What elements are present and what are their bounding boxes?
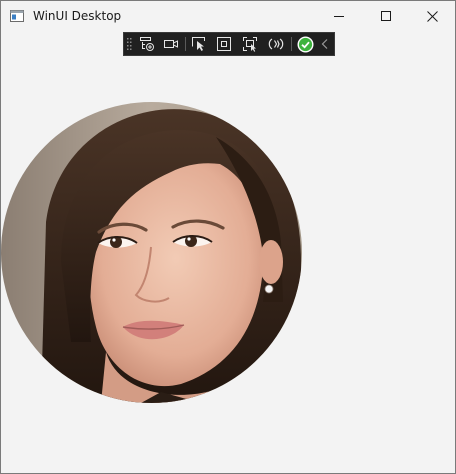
- record-button[interactable]: [160, 33, 182, 55]
- select-pointer-icon: [192, 37, 205, 51]
- display-layout-adorners-icon: [217, 37, 231, 51]
- track-focused-element-icon: [243, 37, 257, 52]
- close-button[interactable]: [409, 1, 455, 31]
- drag-handle-icon: [127, 38, 132, 50]
- minimize-icon: [334, 16, 344, 17]
- toolbar-separator: [185, 37, 186, 51]
- minimize-button[interactable]: [316, 1, 362, 31]
- collapse-chevron-icon: [321, 39, 328, 49]
- select-element-icon: [140, 37, 154, 51]
- check-status-icon: [297, 36, 313, 52]
- hot-reload-button[interactable]: [265, 33, 287, 55]
- title-bar[interactable]: WinUI Desktop: [1, 1, 455, 31]
- drag-handle[interactable]: [126, 33, 134, 55]
- debug-toolbar: [123, 32, 335, 56]
- hot-reload-icon: [268, 38, 284, 50]
- app-icon: [10, 10, 24, 22]
- app-window: WinUI Desktop: [0, 0, 456, 474]
- status-button[interactable]: [294, 33, 316, 55]
- record-video-icon: [164, 40, 178, 48]
- window-title: WinUI Desktop: [33, 9, 122, 23]
- display-layout-adorners-button[interactable]: [213, 33, 235, 55]
- go-to-live-visual-tree-button[interactable]: [136, 33, 158, 55]
- maximize-icon: [381, 11, 391, 21]
- select-element-button[interactable]: [188, 33, 210, 55]
- portrait-photo: [1, 102, 302, 403]
- maximize-button[interactable]: [363, 1, 409, 31]
- collapse-toolbar-button[interactable]: [318, 33, 332, 55]
- toolbar-separator: [291, 37, 292, 51]
- portrait-image: [1, 102, 302, 403]
- track-focused-element-button[interactable]: [239, 33, 261, 55]
- close-icon: [426, 10, 438, 22]
